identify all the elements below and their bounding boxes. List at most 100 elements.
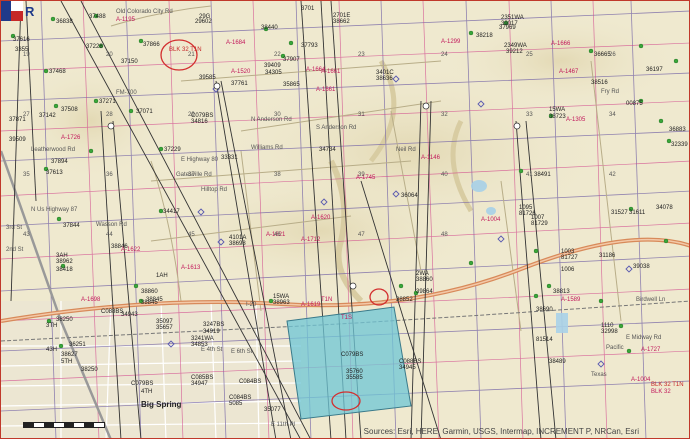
grid-number: 40 <box>441 172 448 178</box>
section-label: A-1712 <box>301 237 321 243</box>
grid-number: 20 <box>106 52 113 58</box>
well-label: 38491 <box>534 172 551 178</box>
well-label: 37488 <box>89 14 106 20</box>
grid-number: 32 <box>441 112 448 118</box>
well-label: 34947 <box>191 381 208 387</box>
well-label: 36251 <box>69 342 86 348</box>
grid-number: 47 <box>358 232 365 238</box>
road-label: Williams Rd <box>251 145 283 151</box>
grid-number: 48 <box>441 232 448 238</box>
well-label: 38218 <box>476 33 493 39</box>
well-label: 37271 <box>99 99 116 105</box>
well-label: 81514 <box>536 337 553 343</box>
road-label: Neil Rd <box>396 147 416 153</box>
map-canvas[interactable]: 368383748837228 378663715029G296023844037… <box>1 1 690 439</box>
grid-number: 45 <box>188 232 195 238</box>
well-label: 81729 <box>531 221 548 227</box>
well-label: 34816 <box>191 119 208 125</box>
well-label: 37229 <box>164 147 181 153</box>
section-label: A-1299 <box>441 39 461 45</box>
grid-number: 34 <box>609 112 616 118</box>
well-label: 32998 <box>601 329 618 335</box>
well-label: 37616 <box>13 37 30 43</box>
road-label: I-20 <box>246 302 257 308</box>
grid-number: 31 <box>358 112 365 118</box>
well-label: 38962 <box>56 259 73 265</box>
grid-number: 37 <box>188 172 195 178</box>
well-label: 38723 <box>549 114 566 120</box>
well-label: 37071 <box>136 109 153 115</box>
section-label: A-1620 <box>311 215 331 221</box>
svg-text:BLK 32 T1N: BLK 32 T1N <box>651 382 684 388</box>
grid-number: 26 <box>609 52 616 58</box>
well-label: 34945 <box>399 365 416 371</box>
grid-number: 35 <box>23 172 30 178</box>
well-label: 32339 <box>671 142 688 148</box>
well-label: 39509 <box>9 137 26 143</box>
grid-number: 27 <box>23 112 30 118</box>
section-label: A-1666 <box>551 41 571 47</box>
well-label: 37468 <box>49 69 66 75</box>
well-label: 2701E <box>333 13 350 19</box>
road-label: Wasson Rd <box>96 222 127 228</box>
well-label: 38690 <box>536 307 553 313</box>
grid-number: 42 <box>609 172 616 178</box>
well-label: 39585 <box>199 75 216 81</box>
well-label: 38440 <box>261 25 278 31</box>
well-label: 36883 <box>669 127 686 133</box>
well-label: 81727 <box>561 255 578 261</box>
grid-number: 22 <box>274 52 281 58</box>
road-label: E Highway 80 <box>181 157 219 163</box>
section-label: A-1619 <box>301 302 321 308</box>
grid-number: 38 <box>274 172 281 178</box>
texas-flag-logo: R <box>1 1 35 21</box>
township-label: T1N <box>321 297 332 303</box>
section-label: A-1727 <box>641 347 661 353</box>
well-label: 1AH <box>156 273 168 279</box>
road-label: E 4th St <box>201 347 223 353</box>
well-label: C088BS <box>101 309 123 315</box>
grid-number: 41 <box>526 172 533 178</box>
attribution-text: Sources: Esri, HERE, Garmin, USGS, Inter… <box>363 427 639 436</box>
well-label: 38698 <box>229 241 246 247</box>
well-label: 38662 <box>333 19 350 25</box>
road-label: E 11th Pl <box>271 422 295 428</box>
well-label: 39212 <box>506 49 523 55</box>
well-label: 38489 <box>549 359 566 365</box>
road-label: Leatherwood Rd <box>31 147 75 153</box>
well-label: 38627 <box>61 352 78 358</box>
grid-number: 46 <box>274 232 281 238</box>
grid-number: 33 <box>526 112 533 118</box>
well-label: C079BS <box>341 352 363 358</box>
road-label: N Anderson Rd <box>251 117 292 123</box>
well-label: 5085 <box>229 401 243 407</box>
map-frame[interactable]: 36838 37488 37228 37866 37150 29G 29602 38440 37… <box>0 0 690 439</box>
well-label: 34417 <box>163 209 180 215</box>
grid-number: 36 <box>106 172 113 178</box>
well-label: 37613 <box>46 170 63 176</box>
well-label: 29602 <box>195 19 212 25</box>
well-label: 37508 <box>61 107 78 113</box>
grid-number: 25 <box>526 52 533 58</box>
grid-number: 30 <box>274 112 281 118</box>
highlighted-tract[interactable] <box>286 306 412 420</box>
section-label: A-1520 <box>231 69 251 75</box>
well-label: 38852 <box>396 297 413 303</box>
well-label: 38860 <box>416 277 433 283</box>
grid-number: 29 <box>188 112 195 118</box>
road-label: FM-700 <box>116 90 137 96</box>
well-label: 4TH <box>141 389 152 395</box>
well-label: 31611 <box>629 210 646 216</box>
road-label: Texas <box>591 372 607 378</box>
well-label: 37142 <box>39 113 56 119</box>
well-label: 39038 <box>633 264 650 270</box>
svg-text:BLK 32 T1N: BLK 32 T1N <box>169 47 202 53</box>
section-label: A-1661 <box>316 87 336 93</box>
well-label: 35077 <box>264 407 281 413</box>
well-label: 38813 <box>553 289 570 295</box>
well-label: 38860 <box>141 289 158 295</box>
well-label: 3TH <box>46 323 57 329</box>
well-label: 37844 <box>63 223 80 229</box>
well-label: 31527 <box>611 210 628 216</box>
well-label: 38963 <box>273 300 290 306</box>
